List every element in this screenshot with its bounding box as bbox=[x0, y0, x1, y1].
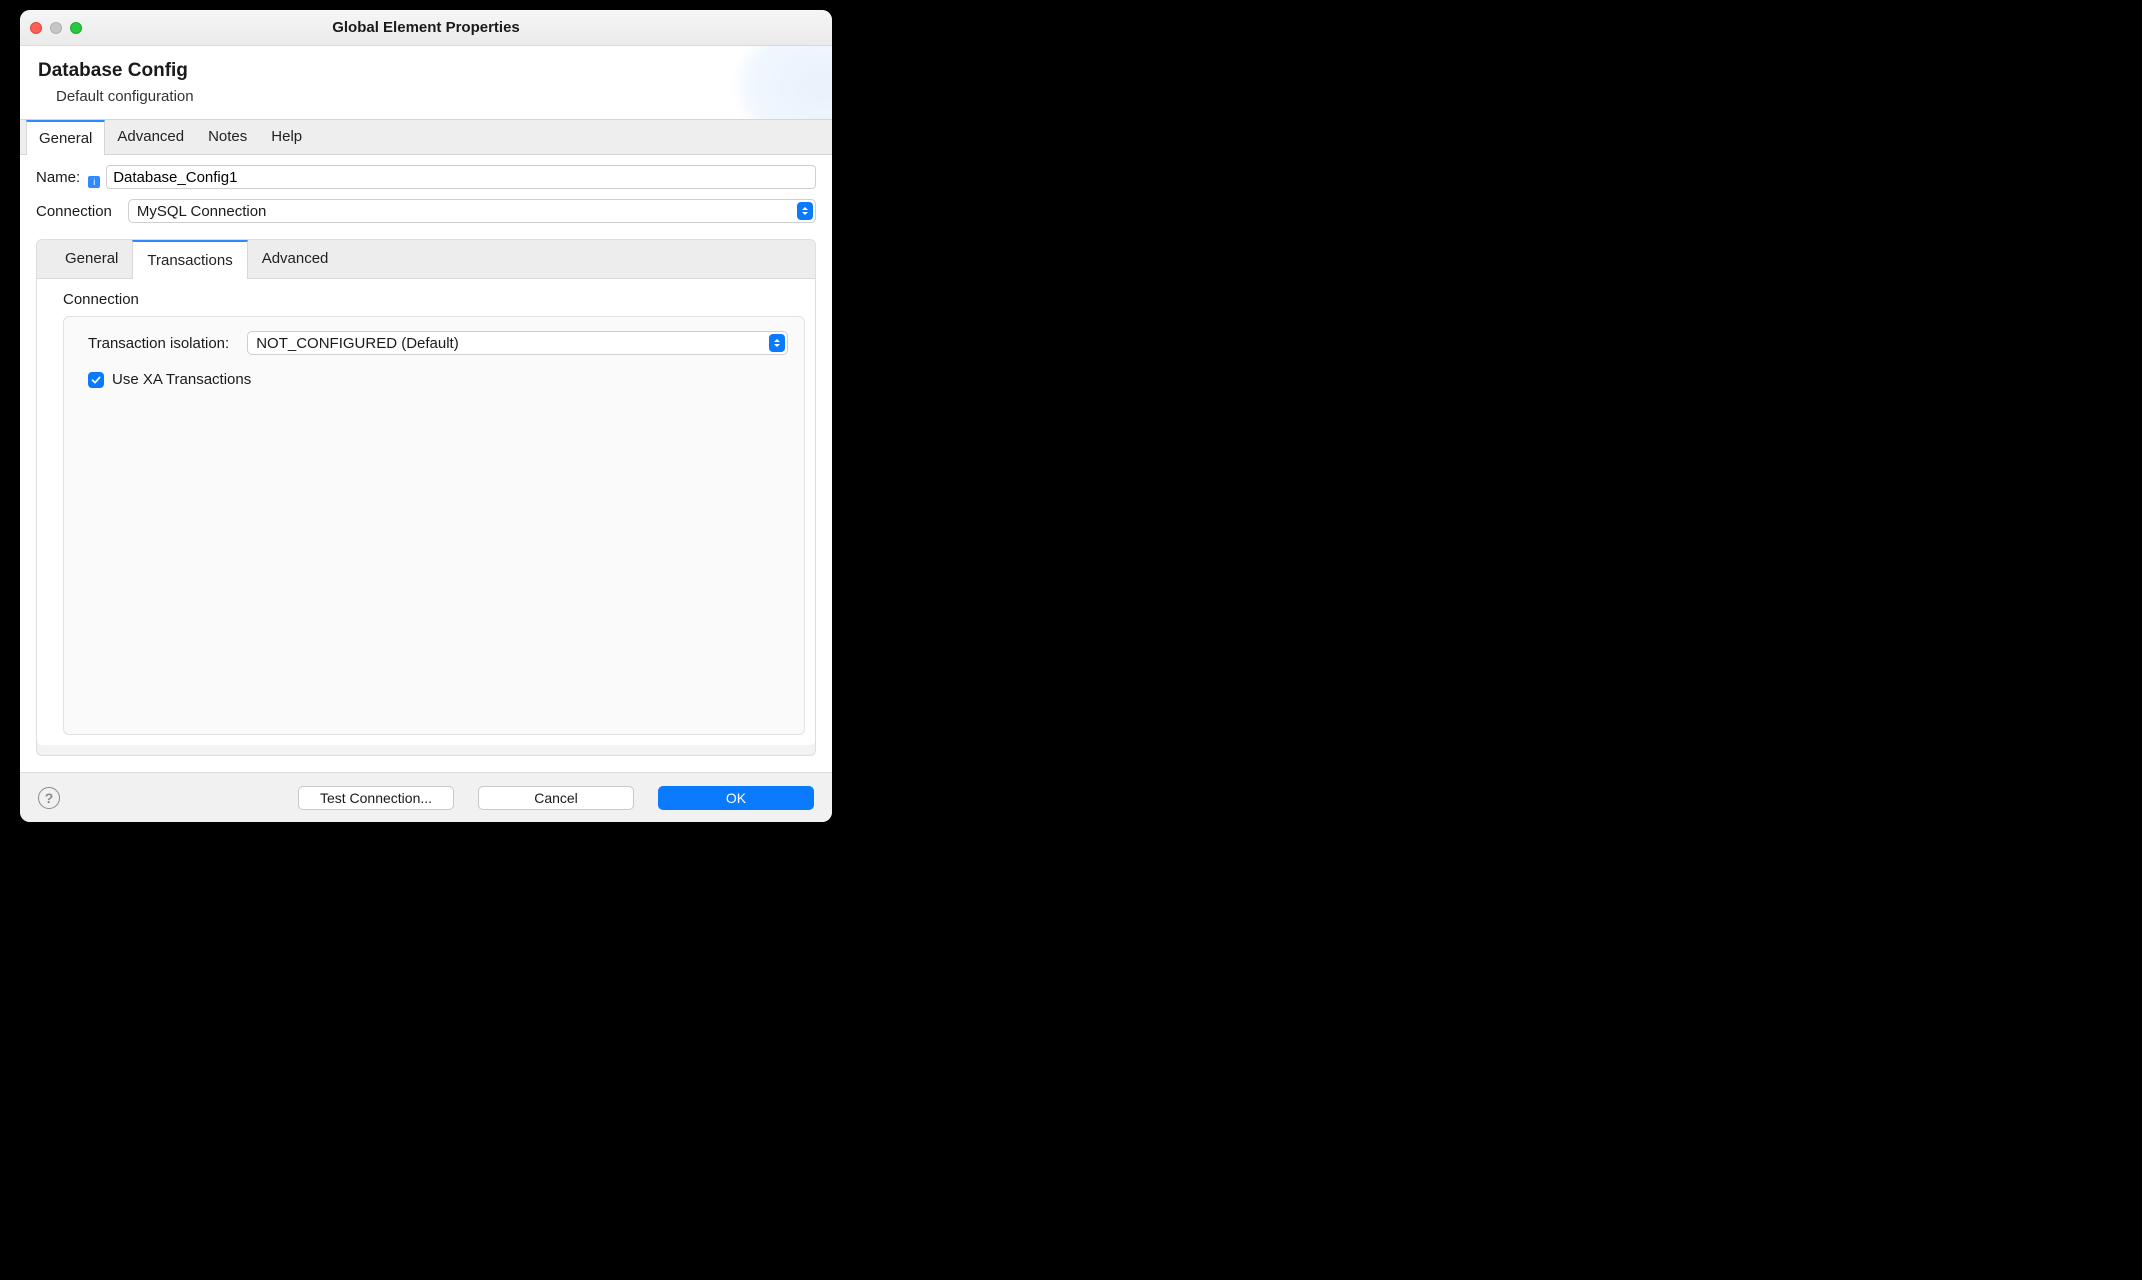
connection-label: Connection bbox=[36, 203, 112, 220]
sub-tabs: General Transactions Advanced bbox=[37, 240, 815, 279]
titlebar: Global Element Properties bbox=[20, 10, 832, 46]
dialog-window: Global Element Properties Database Confi… bbox=[20, 10, 832, 822]
main-tabs: General Advanced Notes Help bbox=[20, 119, 832, 155]
page-title: Database Config bbox=[38, 60, 814, 82]
chevron-up-down-icon bbox=[797, 202, 813, 220]
tab-notes[interactable]: Notes bbox=[196, 120, 259, 154]
subtab-transactions[interactable]: Transactions bbox=[132, 240, 247, 279]
isolation-label: Transaction isolation: bbox=[88, 335, 229, 352]
chevron-up-down-icon bbox=[769, 334, 785, 352]
connection-group-label: Connection bbox=[63, 291, 805, 308]
isolation-select[interactable]: NOT_CONFIGURED (Default) bbox=[247, 331, 788, 355]
name-label: Name: bbox=[36, 169, 80, 186]
connection-section: General Transactions Advanced Connection… bbox=[36, 239, 816, 756]
traffic-lights bbox=[30, 22, 82, 34]
test-connection-button[interactable]: Test Connection... bbox=[298, 786, 454, 810]
close-icon[interactable] bbox=[30, 22, 42, 34]
name-row: Name: i bbox=[36, 165, 816, 189]
xa-label: Use XA Transactions bbox=[112, 371, 251, 388]
maximize-icon[interactable] bbox=[70, 22, 82, 34]
tab-advanced[interactable]: Advanced bbox=[105, 120, 196, 154]
isolation-value: NOT_CONFIGURED (Default) bbox=[256, 335, 459, 352]
ok-button[interactable]: OK bbox=[658, 786, 814, 810]
subtab-advanced[interactable]: Advanced bbox=[248, 240, 343, 278]
help-icon[interactable]: ? bbox=[38, 787, 60, 809]
page-subtitle: Default configuration bbox=[56, 88, 814, 105]
cancel-button[interactable]: Cancel bbox=[478, 786, 634, 810]
xa-row: Use XA Transactions bbox=[88, 371, 788, 388]
isolation-row: Transaction isolation: NOT_CONFIGURED (D… bbox=[88, 331, 788, 355]
connection-row: Connection MySQL Connection bbox=[36, 199, 816, 223]
connection-value: MySQL Connection bbox=[137, 203, 267, 220]
connection-group: Transaction isolation: NOT_CONFIGURED (D… bbox=[63, 316, 805, 735]
xa-checkbox[interactable] bbox=[88, 372, 104, 388]
header: Database Config Default configuration bbox=[20, 46, 832, 119]
window-title: Global Element Properties bbox=[332, 19, 520, 36]
transactions-pane: Connection Transaction isolation: NOT_CO… bbox=[37, 279, 815, 745]
minimize-icon[interactable] bbox=[50, 22, 62, 34]
subtab-general[interactable]: General bbox=[51, 240, 132, 278]
name-input[interactable] bbox=[106, 165, 816, 189]
content-area: Name: i Connection MySQL Connection Gene… bbox=[20, 155, 832, 772]
check-icon bbox=[91, 375, 101, 385]
connection-select[interactable]: MySQL Connection bbox=[128, 199, 816, 223]
footer: ? Test Connection... Cancel OK bbox=[20, 772, 832, 822]
tab-general[interactable]: General bbox=[26, 120, 105, 155]
tab-help[interactable]: Help bbox=[259, 120, 314, 154]
info-icon[interactable]: i bbox=[88, 176, 100, 188]
